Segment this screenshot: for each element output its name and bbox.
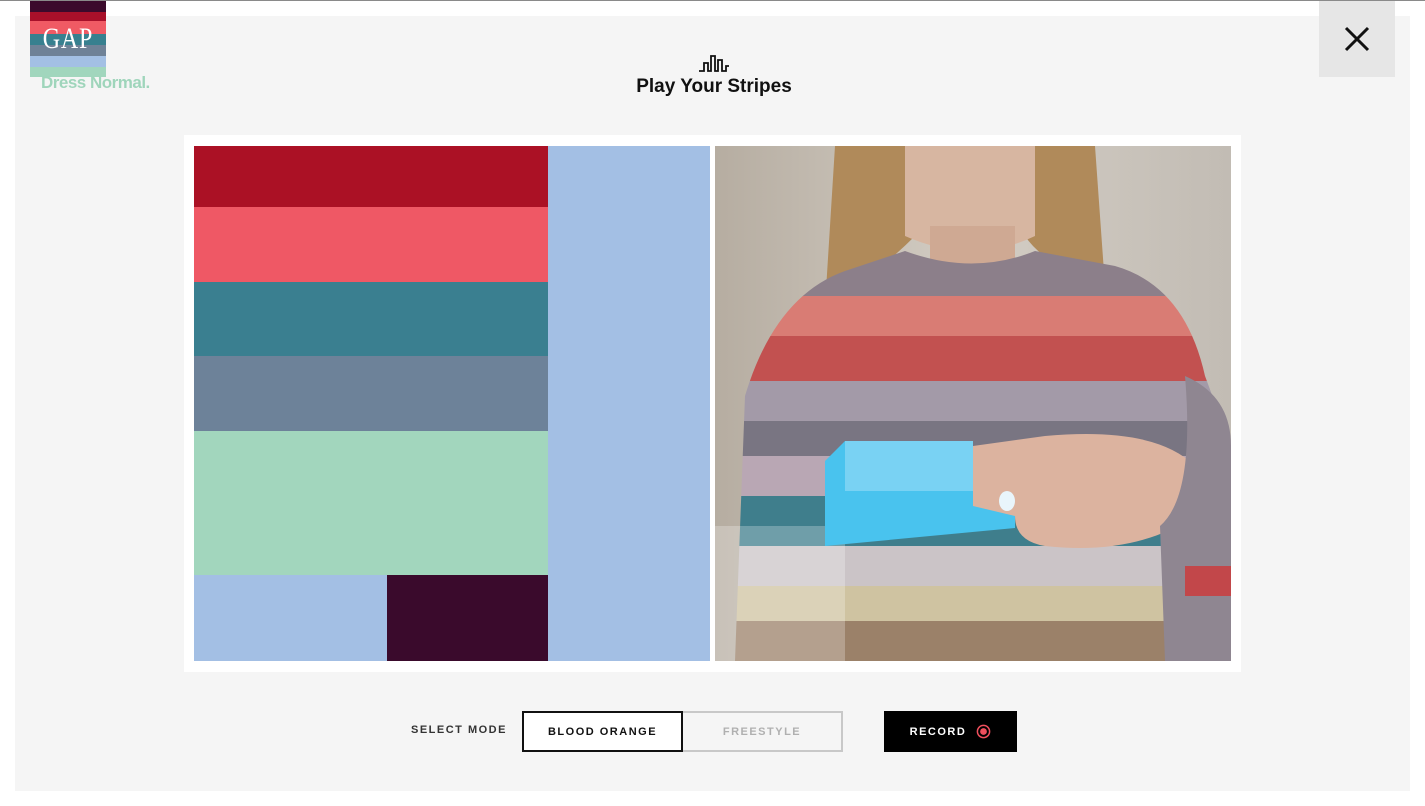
logo-stripe: [30, 1, 106, 12]
stripe-sky-column: [548, 146, 710, 661]
stripe-slate: [194, 356, 548, 431]
stripe-pattern-canvas[interactable]: [194, 146, 710, 661]
close-button[interactable]: [1319, 1, 1395, 77]
stripe-crimson: [194, 146, 548, 207]
record-button[interactable]: RECORD: [884, 711, 1017, 752]
stripe-teal: [194, 282, 548, 356]
stripes-stage: [184, 135, 1241, 672]
page-title: Play Your Stripes: [636, 76, 792, 97]
logo-text: GAP: [42, 22, 94, 55]
mode-blood-orange-button[interactable]: BLOOD ORANGE: [522, 711, 683, 752]
select-mode-label: SELECT MODE: [411, 724, 507, 736]
gap-logo[interactable]: GAP: [30, 1, 106, 77]
webcam-feed-image: [715, 146, 1231, 661]
mode-freestyle-button[interactable]: FREESTYLE: [683, 711, 843, 752]
stripe-coral: [194, 207, 548, 282]
record-icon: [976, 724, 991, 739]
record-label: RECORD: [909, 725, 967, 738]
webcam-feed: [715, 146, 1231, 661]
stripe-plum: [387, 575, 548, 661]
stripe-sky-bottom: [194, 575, 387, 661]
tagline: Dress Normal.: [41, 73, 150, 92]
close-icon: [1344, 26, 1370, 52]
waveform-icon: [699, 55, 729, 72]
stripe-mint: [194, 431, 548, 575]
top-divider: [0, 0, 1425, 1]
